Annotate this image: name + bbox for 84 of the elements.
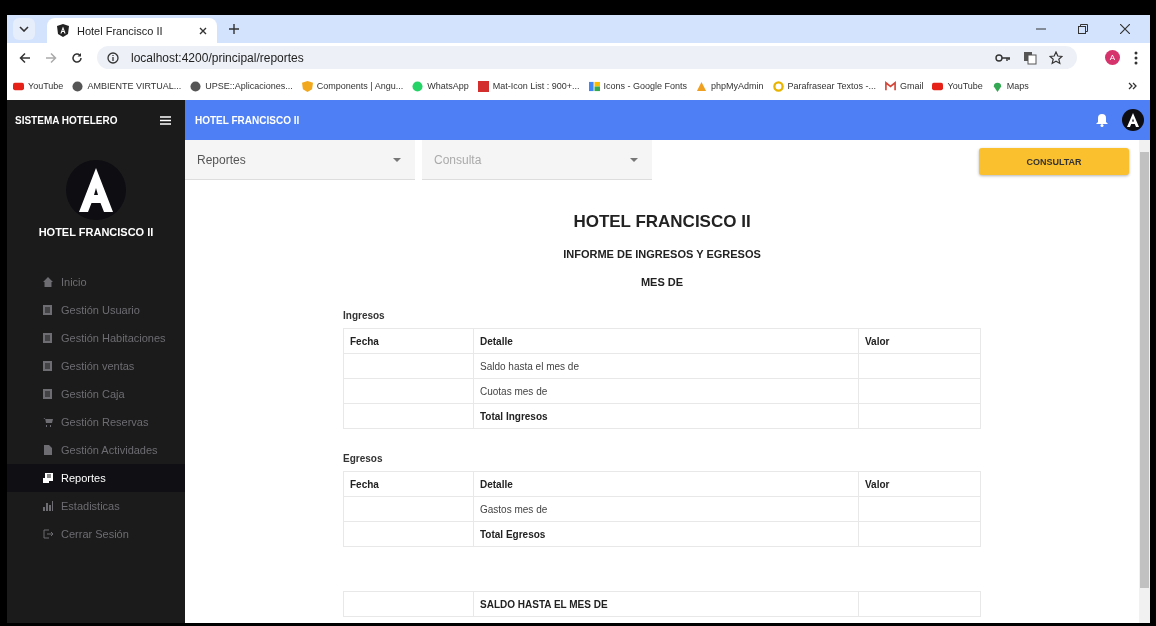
star-icon[interactable]: [1049, 50, 1063, 65]
bell-icon[interactable]: [1096, 113, 1108, 127]
tab-title: Hotel Francisco II: [77, 24, 164, 37]
browser-tab[interactable]: Hotel Francisco II: [47, 18, 217, 43]
bookmark[interactable]: phpMyAdmin: [696, 80, 764, 92]
bookmark[interactable]: UPSE::Aplicaciones...: [190, 80, 293, 92]
profile-avatar[interactable]: A: [1105, 50, 1120, 65]
nav-item[interactable]: Reportes: [7, 464, 185, 492]
info-icon: [107, 51, 119, 64]
nav-icon: [43, 445, 53, 455]
section-heading: Egresos: [343, 453, 384, 464]
address-bar[interactable]: localhost:4200/principal/reportes: [97, 46, 1077, 69]
dropdown-icon: [630, 157, 638, 162]
bookmark-icon: [477, 80, 489, 92]
column-header: Fecha: [343, 471, 474, 497]
table-cell: Gastos mes de: [473, 496, 859, 522]
table-cell: Total Ingresos: [473, 403, 859, 429]
bookmark-icon: [991, 80, 1003, 92]
table-cell: SALDO HASTA EL MES DE: [473, 591, 859, 617]
translate-icon[interactable]: [1023, 50, 1037, 65]
bookmark[interactable]: Gmail: [884, 80, 924, 92]
logo-icon: [66, 160, 126, 220]
bookmark-icon: [588, 80, 600, 92]
back-icon[interactable]: [19, 51, 31, 64]
bookmark[interactable]: Parafrasear Textos -...: [772, 80, 876, 92]
menu-icon[interactable]: [160, 115, 171, 125]
column-header: Fecha: [343, 328, 474, 354]
key-icon[interactable]: [995, 52, 1011, 63]
bookmark-icon: [884, 80, 896, 92]
page-title: HOTEL FRANCISCO II: [195, 114, 300, 126]
scrollbar[interactable]: [1139, 140, 1150, 623]
column-header: Detalle: [473, 471, 859, 497]
tab-list-button[interactable]: [13, 18, 35, 40]
nav-icon: [43, 305, 53, 315]
bookmark[interactable]: Components | Angu...: [301, 80, 404, 92]
bookmark-icon: [72, 80, 84, 92]
hotel-name: HOTEL FRANCISCO II: [38, 226, 154, 238]
table-cell: Saldo hasta el mes de: [473, 353, 859, 379]
chevron-icon[interactable]: [1128, 82, 1138, 90]
avatar-icon[interactable]: [1122, 109, 1144, 131]
shield-icon: [57, 24, 69, 37]
nav-icon: [43, 501, 53, 511]
bookmark-icon: [301, 80, 313, 92]
section-heading: Ingresos: [343, 310, 386, 321]
app-title: SISTEMA HOTELERO: [15, 114, 118, 126]
select-field[interactable]: Reportes: [185, 140, 415, 180]
bookmark-icon: [13, 80, 24, 92]
bookmark-icon: [190, 80, 202, 92]
report-period: MES DE: [640, 276, 684, 288]
close-icon[interactable]: [199, 26, 207, 35]
nav-icon: [43, 529, 53, 539]
column-header: Valor: [858, 471, 981, 497]
bookmark-icon: [696, 80, 708, 92]
table-cell: Total Egresos: [473, 521, 859, 547]
nav-icon: [43, 389, 53, 399]
bookmark[interactable]: AMBIENTE VIRTUAL...: [72, 80, 182, 92]
report-title: HOTEL FRANCISCO II: [573, 212, 751, 232]
bookmark[interactable]: Icons - Google Fonts: [588, 80, 688, 92]
nav-icon: [43, 417, 53, 427]
url-text: localhost:4200/principal/reportes: [131, 50, 304, 65]
nav-icon: [43, 473, 53, 483]
restore-icon[interactable]: [1078, 24, 1088, 34]
bookmark-icon: [772, 80, 784, 92]
close-icon[interactable]: [1120, 24, 1130, 34]
consult-button[interactable]: CONSULTAR: [979, 148, 1129, 175]
reload-icon[interactable]: [71, 51, 83, 64]
table-cell: Cuotas mes de: [473, 378, 859, 404]
new-tab-icon[interactable]: [229, 24, 239, 34]
bookmark[interactable]: YouTube: [13, 80, 64, 92]
nav-icon: [43, 361, 53, 371]
bookmark[interactable]: Mat-Icon List : 900+...: [477, 80, 580, 92]
report-subtitle: INFORME DE INGRESOS Y EGRESOS: [563, 248, 761, 260]
dropdown-icon: [393, 157, 401, 162]
nav-icon: [43, 333, 53, 343]
bookmark[interactable]: YouTube: [932, 80, 983, 92]
caret-icon: [19, 26, 29, 32]
column-header: Valor: [858, 328, 981, 354]
bookmark-icon: [412, 80, 424, 92]
nav-icon: [43, 277, 53, 287]
bookmark[interactable]: WhatsApp: [412, 80, 469, 92]
bookmark[interactable]: Maps: [991, 80, 1029, 92]
more-icon[interactable]: [1134, 50, 1138, 65]
column-header: Detalle: [473, 328, 859, 354]
bookmark-icon: [932, 80, 944, 92]
